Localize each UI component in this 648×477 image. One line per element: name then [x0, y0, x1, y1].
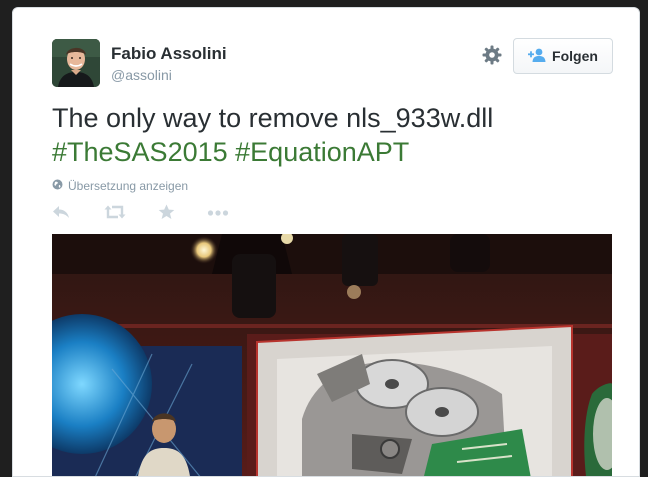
- author-name[interactable]: Fabio Assolini: [111, 44, 227, 64]
- tweet-body: The only way to remove nls_933w.dll: [52, 103, 494, 133]
- follow-label: Folgen: [552, 48, 598, 64]
- add-user-icon: [528, 48, 546, 65]
- author-avatar[interactable]: [52, 39, 100, 87]
- stage-photo: [52, 234, 612, 476]
- follow-button[interactable]: Folgen: [513, 38, 613, 74]
- tweet-text: The only way to remove nls_933w.dll #The…: [52, 101, 612, 169]
- retweet-icon[interactable]: [104, 204, 126, 225]
- gear-icon[interactable]: [481, 44, 503, 66]
- tweet-card: Fabio Assolini @assolini Folgen The only…: [12, 7, 640, 477]
- globe-icon: [52, 179, 63, 193]
- avatar-photo: [52, 39, 100, 87]
- tweet-photo[interactable]: [52, 234, 612, 476]
- more-icon[interactable]: [207, 204, 229, 225]
- hashtag-link[interactable]: #EquationAPT: [235, 137, 409, 167]
- translate-label: Übersetzung anzeigen: [68, 179, 189, 193]
- reply-icon[interactable]: [52, 204, 70, 225]
- star-icon[interactable]: [158, 204, 175, 225]
- hashtag-link[interactable]: #TheSAS2015: [52, 137, 228, 167]
- translate-link[interactable]: Übersetzung anzeigen: [52, 179, 188, 193]
- author-handle[interactable]: @assolini: [111, 67, 172, 83]
